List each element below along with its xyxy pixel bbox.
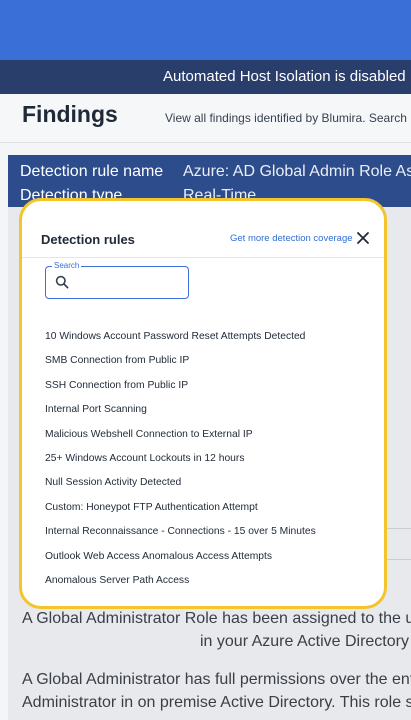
search-field[interactable] [45, 266, 189, 299]
detection-rule-item[interactable]: Anomalous Server Path Access [45, 569, 375, 593]
detection-rule-item[interactable]: Internal Reconnaissance - Connections - … [45, 520, 375, 544]
description-line-2: in your Azure Active Directory [200, 633, 409, 650]
detection-rule-item[interactable]: SMB Connection from Public IP [45, 349, 375, 373]
description-line-1: A Global Administrator Role has been ass… [22, 610, 411, 627]
detection-rule-item[interactable]: Internal Port Scanning [45, 398, 375, 422]
description-line-4: Administrator in on premise Active Direc… [22, 694, 411, 711]
detection-rule-item[interactable]: Null Session Activity Detected [45, 471, 375, 495]
detection-rule-item[interactable]: 10 Windows Account Password Reset Attemp… [45, 325, 375, 349]
banner-text: Automated Host Isolation is disabled [163, 68, 406, 85]
page-title: Findings [22, 101, 118, 127]
dialog-divider [22, 257, 384, 258]
notification-banner: Automated Host Isolation is disabled [0, 60, 411, 94]
page-subtitle: View all findings identified by Blumira.… [165, 111, 407, 125]
close-icon[interactable] [355, 230, 371, 246]
rule-name-value: Azure: AD Global Admin Role Assigned [183, 163, 411, 180]
search-input[interactable] [74, 272, 182, 292]
detection-rules-dialog: Detection rules Get more detection cover… [19, 198, 387, 609]
detection-rules-list: 10 Windows Account Password Reset Attemp… [45, 325, 375, 593]
dialog-title: Detection rules [41, 232, 135, 247]
detection-rule-item[interactable]: SSH Connection from Public IP [45, 374, 375, 398]
search-icon [55, 275, 69, 289]
detection-rule-item[interactable]: Malicious Webshell Connection to Externa… [45, 423, 375, 447]
detection-rule-item[interactable]: 25+ Windows Account Lockouts in 12 hours [45, 447, 375, 471]
detection-rule-item[interactable]: Outlook Web Access Anomalous Access Atte… [45, 545, 375, 569]
search-label: Search [52, 261, 82, 270]
top-app-bar [0, 0, 411, 60]
rule-name-label: Detection rule name [20, 163, 164, 180]
description-line-3: A Global Administrator has full permissi… [22, 671, 411, 688]
get-more-coverage-link[interactable]: Get more detection coverage [230, 233, 353, 244]
detection-rule-item[interactable]: Custom: Honeypot FTP Authentication Atte… [45, 496, 375, 520]
